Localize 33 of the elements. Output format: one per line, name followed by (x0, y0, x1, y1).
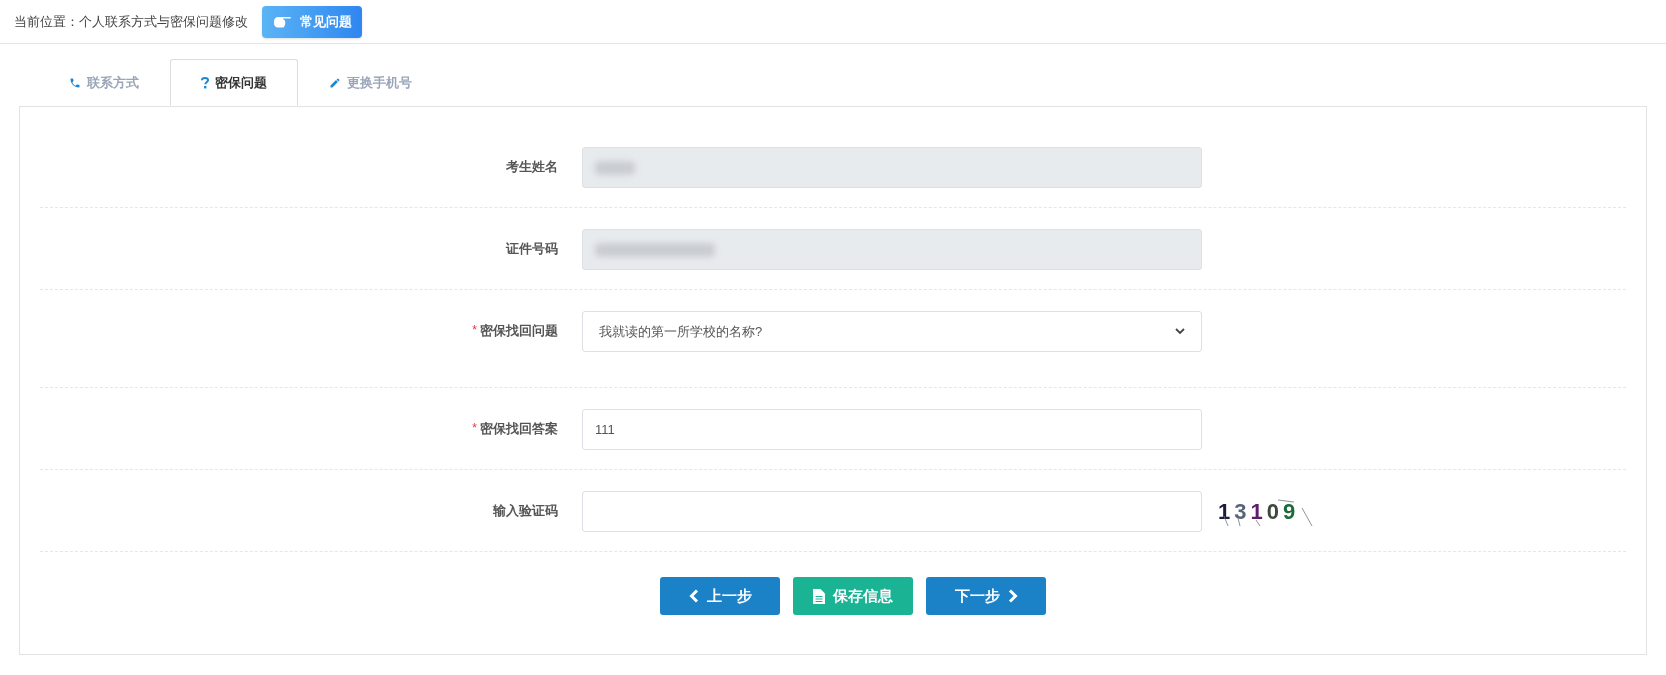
captcha-char: 1 (1250, 500, 1263, 523)
pencil-icon (329, 76, 341, 89)
field-label: 证件号码 (506, 240, 558, 258)
tab[interactable]: 更换手机号 (298, 59, 443, 106)
action-button[interactable]: 下一步 (926, 577, 1046, 615)
captcha-image[interactable]: 1 3 1 0 9 (1216, 493, 1316, 530)
field-label: 输入验证码 (493, 502, 558, 520)
chevron-down-icon (1175, 328, 1185, 335)
captcha-char: 3 (1234, 500, 1247, 523)
chevron-right-icon (1007, 589, 1018, 603)
breadcrumb-text: 当前位置：个人联系方式与密保问题修改 (14, 12, 248, 31)
action-button[interactable]: 保存信息 (793, 577, 913, 615)
required-asterisk: * (472, 322, 477, 339)
tab[interactable]: 联系方式 (38, 59, 170, 106)
input-field[interactable] (582, 491, 1202, 532)
question-select[interactable]: 我就读的第一所学校的名称? (582, 311, 1202, 352)
chevron-left-icon (688, 589, 699, 603)
action-button[interactable]: 上一步 (660, 577, 780, 615)
select-value: 我就读的第一所学校的名称? (599, 322, 763, 341)
field-label: 考生姓名 (506, 158, 558, 176)
captcha-char: 9 (1283, 500, 1296, 523)
tab[interactable]: 密保问题 (170, 59, 298, 106)
field-label: 密保找回答案 (480, 420, 558, 438)
blurred-value (595, 160, 635, 175)
captcha-char: 0 (1266, 500, 1279, 523)
field-label: 密保找回问题 (480, 322, 558, 340)
captcha-char: 1 (1218, 500, 1231, 523)
required-asterisk: * (472, 420, 477, 437)
faq-button[interactable]: 常见问题 (262, 5, 362, 38)
phone-icon (69, 76, 81, 89)
question-mark-icon (201, 76, 209, 89)
document-icon (813, 588, 825, 604)
input-field[interactable]: 111 (582, 409, 1202, 450)
